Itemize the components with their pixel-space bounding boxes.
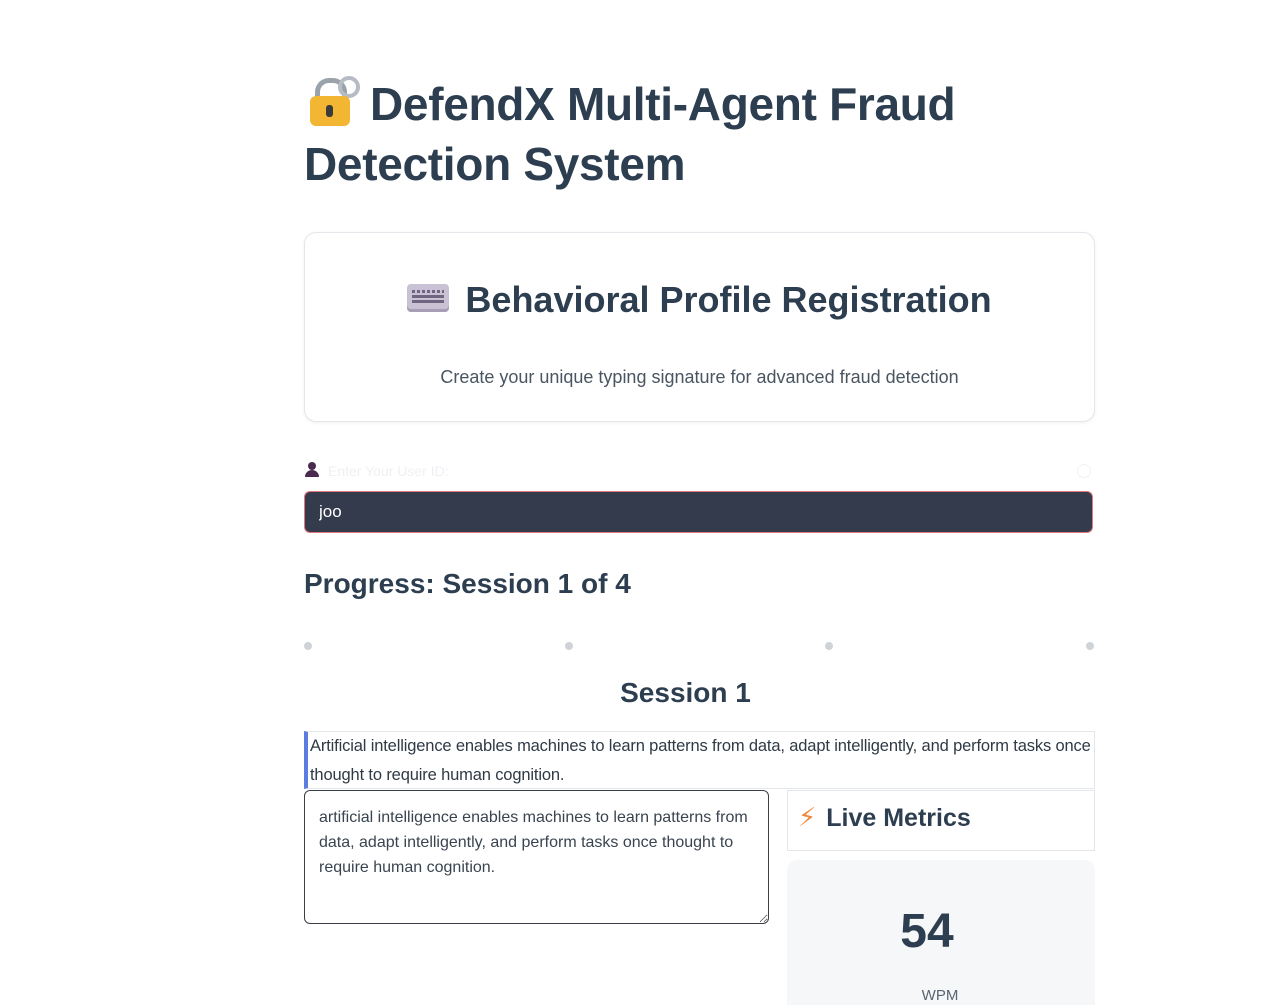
progress-step-3 [825,642,833,650]
live-metrics-header: ⚡ Live Metrics [787,790,1095,851]
page-title-text: DefendX Multi-Agent Fraud Detection Syst… [304,78,956,190]
typing-textarea[interactable]: artificial intelligence enables machines… [304,790,769,924]
wpm-value: 54 [900,905,954,958]
session-prompt-text: Artificial intelligence enables machines… [304,731,1095,789]
page-title: DefendX Multi-Agent Fraud Detection Syst… [304,74,1095,194]
live-metrics-title: Live Metrics [826,804,971,832]
keyboard-icon [407,284,450,312]
help-icon[interactable] [1077,464,1091,478]
user-id-input[interactable] [304,491,1093,533]
registration-card-subtitle: Create your unique typing signature for … [440,367,959,387]
progress-step-4 [1086,642,1094,650]
registration-card-title: Behavioral Profile Registration [305,279,1094,321]
lock-with-key-icon [304,76,360,126]
progress-title: Progress: Session 1 of 4 [304,568,631,599]
session-title: Session 1 [620,677,751,708]
progress-step-1 [304,642,312,650]
user-id-label-text: Enter Your User ID: [328,463,449,479]
page: DefendX Multi-Agent Fraud Detection Syst… [0,0,1280,1005]
user-id-label: Enter Your User ID: [304,462,449,479]
wpm-metric-card: 54 WPM [787,860,1095,1005]
progress-step-2 [565,642,573,650]
progress-steps [304,641,1094,651]
registration-card: Behavioral Profile Registration Create y… [304,232,1095,422]
lightning-bolt-icon: ⚡ [798,802,817,832]
wpm-label: WPM [921,987,959,1004]
user-icon [304,462,320,478]
registration-card-title-text: Behavioral Profile Registration [465,279,992,320]
